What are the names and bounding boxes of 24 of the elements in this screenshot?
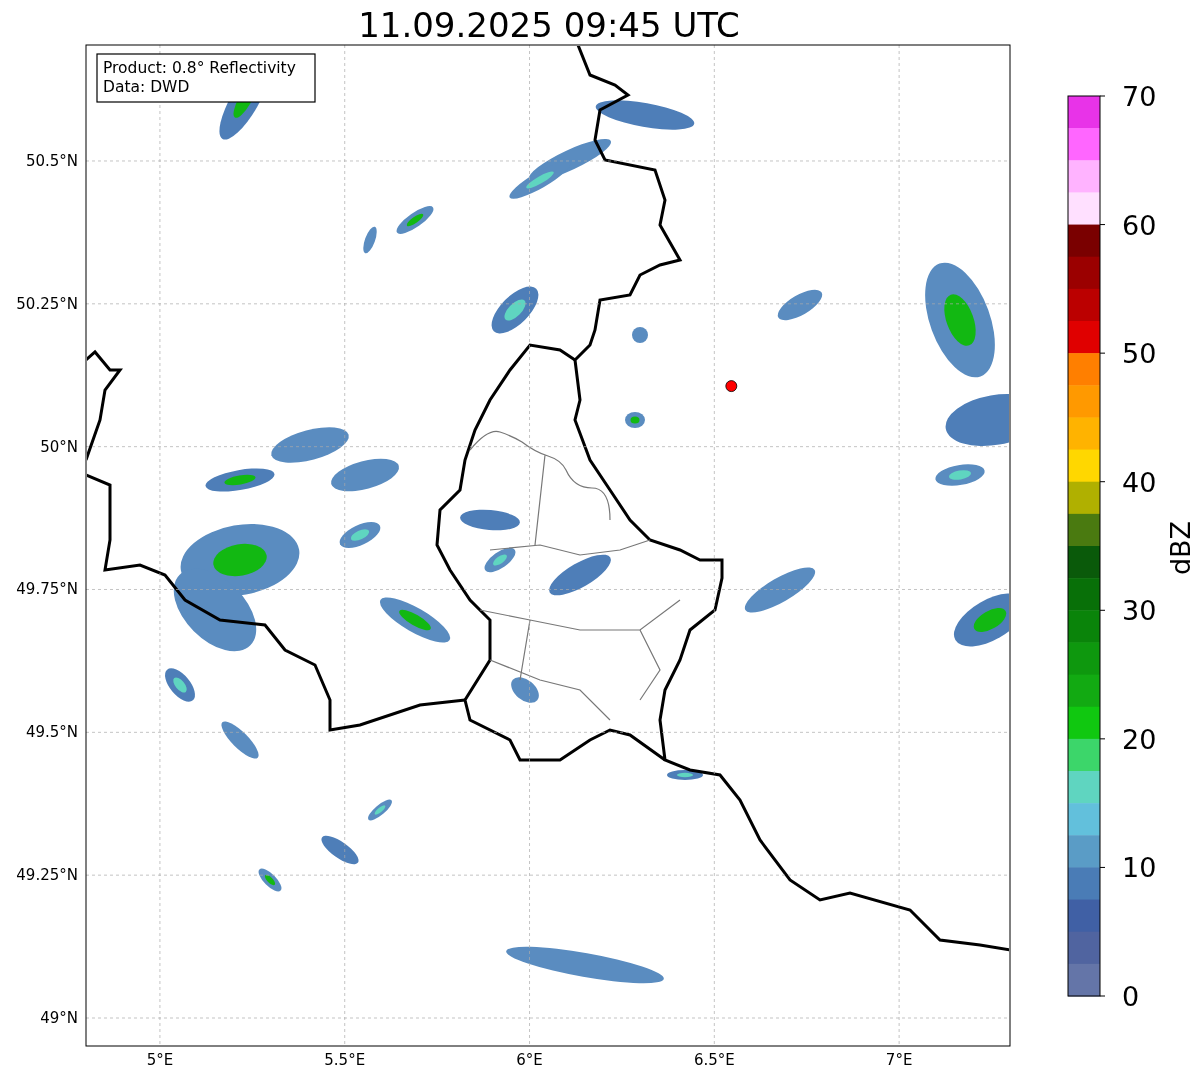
longitude-label: 6°E xyxy=(516,1051,543,1069)
latitude-label: 49.25°N xyxy=(16,866,78,885)
latitude-label: 50.5°N xyxy=(25,152,78,170)
longitude-label: 7°E xyxy=(885,1051,913,1069)
colorbar-tick-label: 70 xyxy=(1122,81,1157,112)
info-text: Product: 0.8° Reflectivity xyxy=(103,59,296,77)
colorbar-tick-label: 0 xyxy=(1122,981,1140,1012)
latitude-label: 49.75°N xyxy=(16,580,78,599)
info-text: Data: DWD xyxy=(103,78,190,96)
latitude-label: 50.25°N xyxy=(16,294,78,313)
colorbar-tick-label: 50 xyxy=(1122,338,1157,370)
longitude-label: 5°E xyxy=(146,1051,174,1069)
latitude-label: 50°N xyxy=(40,437,78,456)
chart-title: 11.09.2025 09:45 UTC xyxy=(358,5,740,45)
colorbar-label: dBZ xyxy=(1165,520,1196,576)
colorbar-tick-label: 30 xyxy=(1122,595,1157,627)
longitude-label: 5.5°E xyxy=(324,1051,366,1069)
longitude-label: 6.5°E xyxy=(693,1051,735,1069)
latitude-label: 49°N xyxy=(40,1009,78,1027)
colorbar-tick-label: 60 xyxy=(1122,209,1157,241)
colorbar-tick-label: 40 xyxy=(1122,466,1157,498)
latitude-label: 49.5°N xyxy=(25,723,78,742)
colorbar-tick-label: 20 xyxy=(1122,723,1157,755)
colorbar-tick-label: 10 xyxy=(1122,852,1157,884)
